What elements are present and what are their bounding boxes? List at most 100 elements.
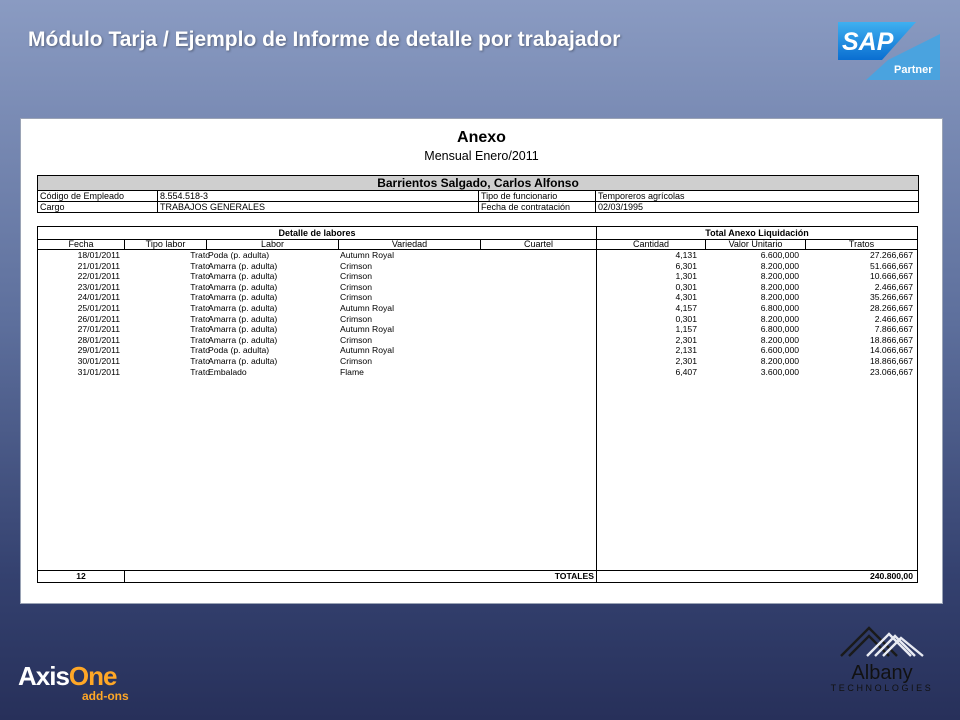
cell-labor: Amarra (p. adulta) — [208, 292, 278, 303]
col-labor: Labor — [206, 239, 338, 249]
cell-labor: Embalado — [208, 366, 247, 377]
table-row: 23/01/2011 Trato Amarra (p. adulta) Crimson — [38, 282, 596, 293]
albany-logo: Albany TECHNOLOGIES — [822, 624, 942, 693]
table-row: 21/01/2011 Trato Amarra (p. adulta) Crimson — [38, 261, 596, 272]
cell-cantidad: 2,301 — [675, 334, 697, 345]
axisone-name-axis: Axis — [18, 661, 70, 691]
albany-subtitle: TECHNOLOGIES — [830, 683, 934, 693]
cell-cantidad: 0,301 — [675, 313, 697, 324]
employee-hire-date: 02/03/1995 — [594, 201, 920, 213]
cell-tratos: 10.666,667 — [869, 271, 913, 282]
cell-cantidad: 4,131 — [675, 250, 697, 260]
cell-tratos: 35.266,667 — [869, 292, 913, 303]
detail-table: Detalle de labores Fecha Tipo labor Labo… — [37, 226, 597, 583]
cell-variedad: Autumn Royal — [340, 324, 394, 335]
cell-cantidad: 2,131 — [675, 345, 697, 356]
cell-tratos: 23.066,667 — [869, 366, 913, 377]
cell-labor: Amarra (p. adulta) — [208, 355, 278, 366]
cell-valor-unitario: 6.600,000 — [760, 250, 799, 260]
cell-tratos: 7.866,667 — [874, 324, 913, 335]
cell-valor-unitario: 8.200,000 — [760, 260, 799, 271]
cell-tratos: 2.466,667 — [874, 281, 913, 292]
cell-valor-unitario: 8.200,000 — [760, 313, 799, 324]
table-row: 0,301 8.200,000 2.466,667 — [597, 314, 917, 325]
cell-variedad: Crimson — [340, 271, 372, 282]
employee-type: Temporeros agrícolas — [594, 190, 920, 202]
cell-cantidad: 6,301 — [675, 260, 697, 271]
table-row: 22/01/2011 Trato Amarra (p. adulta) Crimson — [38, 271, 596, 282]
col-fecha: Fecha — [68, 239, 94, 249]
cell-cantidad: 2,301 — [675, 355, 697, 366]
cell-valor-unitario: 8.200,000 — [760, 271, 799, 282]
table-row: 27/01/2011 Trato Amarra (p. adulta) Autumn … — [38, 324, 596, 335]
cell-cantidad: 0,301 — [675, 281, 697, 292]
cell-valor-unitario: 3.600,000 — [760, 366, 799, 377]
totals-count: 12 — [76, 571, 86, 581]
cell-fecha: 25/01/2011 — [77, 302, 120, 313]
cell-tratos: 51.666,667 — [869, 260, 913, 271]
col-tratos: Tratos — [805, 239, 917, 249]
employee-info-table: Barrientos Salgado, Carlos Alfonso Códig… — [36, 175, 920, 213]
employee-name: Barrientos Salgado, Carlos Alfonso — [36, 175, 920, 191]
cell-variedad: Autumn Royal — [340, 345, 394, 356]
table-row: 2,131 6.600,000 14.066,667 — [597, 345, 917, 356]
employee-code: 8.554.518-3 — [157, 190, 479, 202]
table-row: 2,301 8.200,000 18.866,667 — [597, 356, 917, 367]
cell-cantidad: 6,407 — [675, 366, 697, 377]
employee-hire-date-label: Fecha de contratación — [478, 201, 596, 213]
cell-variedad: Flame — [340, 366, 364, 377]
cell-labor: Amarra (p. adulta) — [208, 281, 278, 292]
report-title: Anexo — [457, 129, 506, 146]
cell-variedad: Crimson — [340, 292, 372, 303]
cell-variedad: Crimson — [340, 334, 372, 345]
cell-labor: Amarra (p. adulta) — [208, 302, 278, 313]
table-row: 29/01/2011 Trato Poda (p. adulta) Autumn Ro… — [38, 345, 596, 356]
detail-totals: 12 TOTALES — [38, 570, 596, 582]
cell-fecha: 22/01/2011 — [77, 271, 120, 282]
cell-fecha: 31/01/2011 — [77, 366, 120, 377]
cell-valor-unitario: 6.600,000 — [760, 345, 799, 356]
cell-cantidad: 1,301 — [675, 271, 697, 282]
cell-labor: Amarra (p. adulta) — [208, 313, 278, 324]
cell-valor-unitario: 8.200,000 — [760, 355, 799, 366]
cell-tratos: 14.066,667 — [869, 345, 913, 356]
employee-type-label: Tipo de funcionario — [478, 190, 596, 202]
axisone-logo: AxisOne add-ons — [18, 662, 129, 702]
table-row: 1,157 6.800,000 7.866,667 — [597, 324, 917, 335]
cell-variedad: Crimson — [340, 355, 372, 366]
table-row: 6,301 8.200,000 51.666,667 — [597, 261, 917, 272]
cell-fecha: 28/01/2011 — [77, 334, 120, 345]
albany-name: Albany — [851, 662, 913, 684]
cell-labor: Amarra (p. adulta) — [208, 260, 278, 271]
cell-labor: Poda (p. adulta) — [208, 250, 270, 260]
table-row: 18/01/2011 Trato Poda (p. adulta) Autumn Ro… — [38, 250, 596, 261]
employee-code-label: Código de Empleado — [37, 190, 158, 202]
cell-fecha: 18/01/2011 — [77, 250, 120, 260]
cell-variedad: Autumn Royal — [340, 250, 394, 260]
detail-column-headers: Fecha Tipo labor Labor Variedad Cuartel — [38, 239, 596, 250]
albany-roof-icon — [840, 626, 924, 657]
liquidation-totals: 240.800,00 — [597, 570, 917, 582]
detail-rows: 18/01/2011 Trato Poda (p. adulta) Autumn Ro… — [38, 250, 596, 377]
report-sheet: Anexo Mensual Enero/2011 Barrientos Salg… — [20, 118, 943, 604]
cell-fecha: 29/01/2011 — [77, 345, 120, 356]
table-row: 4,131 6.600,000 27.266,667 — [597, 250, 917, 261]
cell-fecha: 23/01/2011 — [77, 281, 120, 292]
table-row: 24/01/2011 Trato Amarra (p. adulta) Crimson — [38, 292, 596, 303]
cell-variedad: Crimson — [340, 260, 372, 271]
cell-fecha: 21/01/2011 — [77, 260, 120, 271]
cell-tratos: 27.266,667 — [869, 250, 913, 260]
cell-tratos: 18.866,667 — [869, 355, 913, 366]
liquidation-table: Total Anexo Liquidación Cantidad Valor U… — [596, 226, 918, 583]
table-row: 31/01/2011 Trato Embalado Flame — [38, 367, 596, 378]
sap-logo-text: SAP — [842, 28, 894, 56]
cell-valor-unitario: 6.800,000 — [760, 324, 799, 335]
cell-fecha: 30/01/2011 — [77, 355, 120, 366]
sap-partner-label: Partner — [894, 64, 933, 76]
employee-role: TRABAJOS GENERALES — [157, 201, 479, 213]
cell-fecha: 24/01/2011 — [77, 292, 120, 303]
cell-tratos: 28.266,667 — [869, 302, 913, 313]
totals-amount: 240.800,00 — [869, 571, 913, 581]
liquidation-column-headers: Cantidad Valor Unitario Tratos — [597, 239, 917, 250]
slide-title: Módulo Tarja / Ejemplo de Informe de det… — [28, 28, 621, 51]
